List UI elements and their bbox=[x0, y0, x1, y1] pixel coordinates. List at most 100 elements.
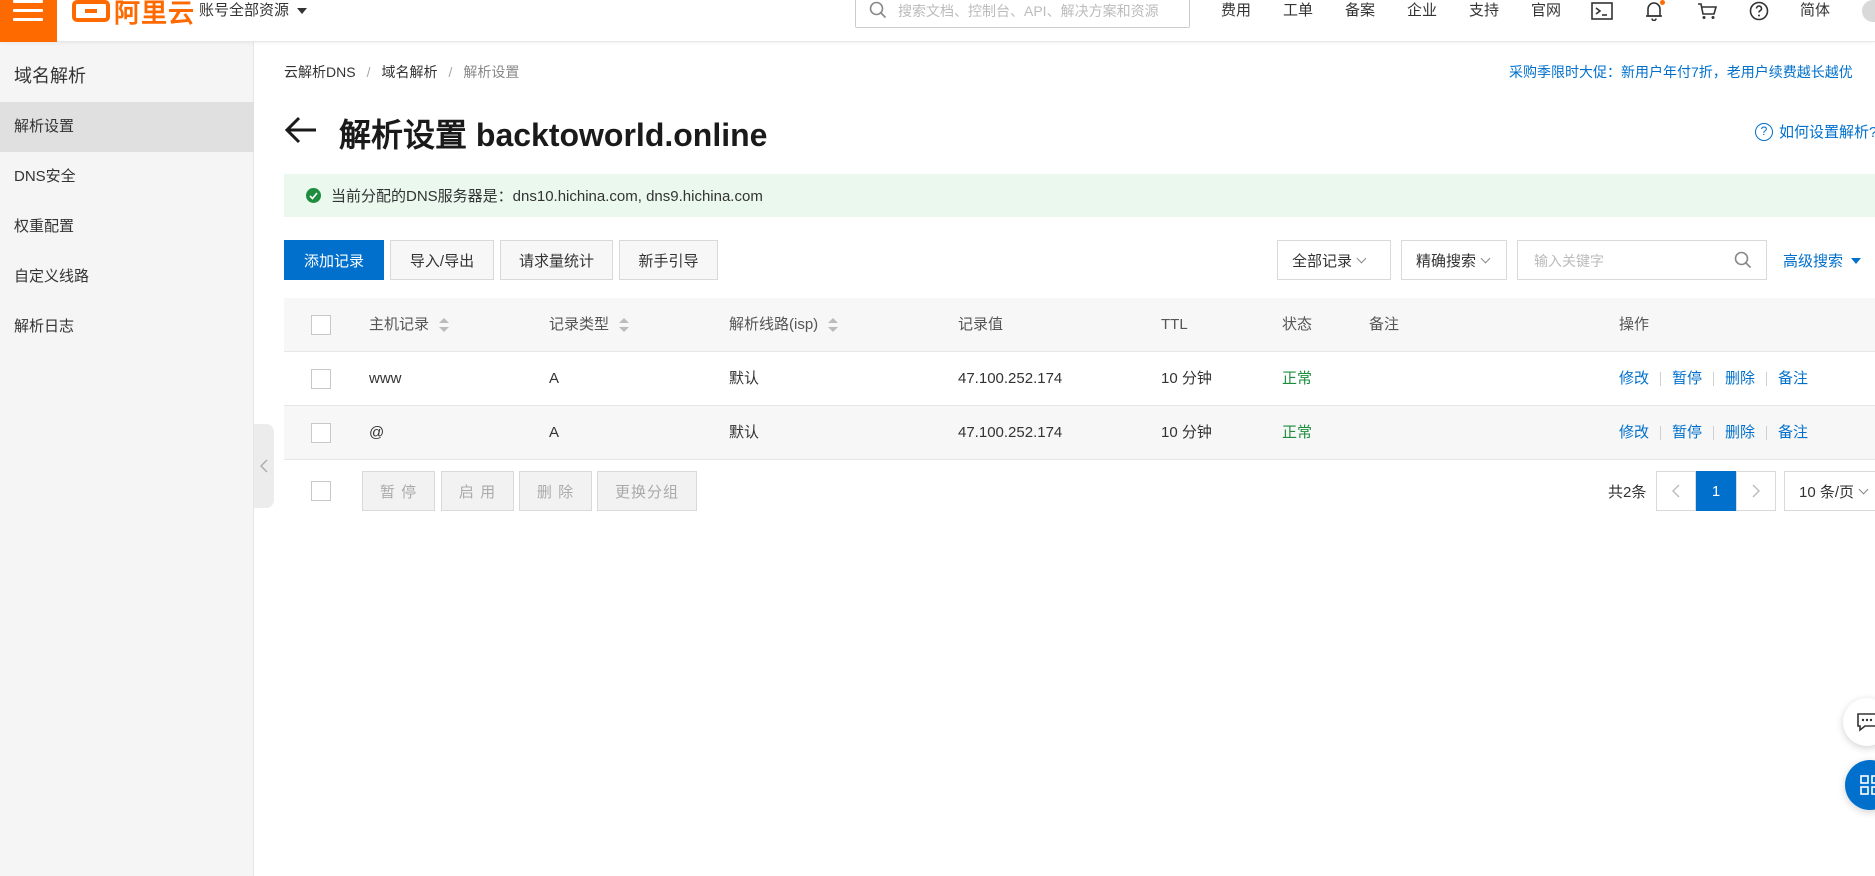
nav-billing[interactable]: 费用 bbox=[1221, 0, 1251, 22]
sidebar-item-weight-config[interactable]: 权重配置 bbox=[0, 202, 254, 252]
help-link[interactable]: ? 如何设置解析? bbox=[1755, 121, 1875, 142]
sidebar: 域名解析 解析设置 DNS安全 权重配置 自定义线路 解析日志 bbox=[0, 42, 254, 876]
bell-icon[interactable] bbox=[1641, 0, 1667, 22]
search-icon[interactable] bbox=[1734, 251, 1752, 269]
global-search-input[interactable] bbox=[896, 1, 1181, 21]
delete-link[interactable]: 删除 bbox=[1725, 424, 1755, 441]
beginner-guide-button[interactable]: 新手引导 bbox=[619, 240, 718, 280]
nav-tickets[interactable]: 工单 bbox=[1283, 0, 1313, 22]
pagination-total: 共2条 bbox=[1608, 484, 1647, 501]
chat-widget-button[interactable] bbox=[1843, 698, 1875, 746]
dns-server-notice: 当前分配的DNS服务器是：dns10.hichina.com, dns9.hic… bbox=[284, 174, 1875, 217]
breadcrumb-current: 解析设置 bbox=[463, 64, 520, 80]
apps-widget-button[interactable] bbox=[1845, 760, 1875, 810]
language-switch[interactable]: 简体 bbox=[1800, 0, 1830, 22]
remark-link[interactable]: 备注 bbox=[1778, 424, 1808, 441]
notification-dot bbox=[1660, 0, 1665, 5]
keyword-search-input[interactable] bbox=[1532, 251, 1722, 271]
nav-official-site[interactable]: 官网 bbox=[1531, 0, 1561, 22]
next-page-button[interactable] bbox=[1736, 471, 1776, 511]
advanced-search-toggle[interactable]: 高级搜索 bbox=[1783, 250, 1862, 271]
prev-page-button[interactable] bbox=[1656, 471, 1696, 511]
global-search[interactable] bbox=[855, 0, 1190, 28]
column-header-actions: 操作 bbox=[1619, 316, 1650, 333]
aliyun-logo[interactable]: 阿里云 bbox=[72, 0, 195, 28]
table-header: 主机记录 记录类型 解析线路(isp) 记录值 TTL 状态 备注 操作 bbox=[284, 298, 1875, 352]
chevron-right-icon bbox=[1752, 484, 1760, 498]
sidebar-collapse-toggle[interactable] bbox=[254, 424, 274, 508]
check-circle-icon bbox=[306, 188, 321, 203]
column-header-status: 状态 bbox=[1282, 316, 1313, 333]
bulk-pause-button[interactable]: 暂 停 bbox=[362, 471, 435, 511]
row-checkbox[interactable] bbox=[311, 369, 331, 389]
nav-icp-filing[interactable]: 备案 bbox=[1345, 0, 1375, 22]
nav-support[interactable]: 支持 bbox=[1469, 0, 1499, 22]
sort-icon[interactable] bbox=[439, 318, 450, 333]
column-header-type[interactable]: 记录类型 bbox=[549, 298, 630, 352]
record-filter-select[interactable]: 全部记录 bbox=[1277, 240, 1391, 280]
page-size-select[interactable]: 10 条/页 bbox=[1784, 471, 1875, 511]
cell-type: A bbox=[549, 424, 560, 441]
table-footer: 暂 停 启 用 删 除 更换分组 共2条 1 10 条/页 bbox=[284, 461, 1875, 521]
sort-icon[interactable] bbox=[619, 318, 630, 333]
search-mode-select[interactable]: 精确搜索 bbox=[1401, 240, 1507, 280]
breadcrumb-cloud-dns[interactable]: 云解析DNS bbox=[284, 64, 356, 80]
avatar[interactable] bbox=[1862, 0, 1875, 22]
menu-icon[interactable] bbox=[0, 0, 57, 42]
current-page-button[interactable]: 1 bbox=[1696, 471, 1736, 511]
chevron-left-icon bbox=[260, 459, 268, 473]
account-scope-label: 账号全部资源 bbox=[199, 2, 290, 19]
help-icon[interactable] bbox=[1746, 0, 1772, 22]
nav-enterprise[interactable]: 企业 bbox=[1407, 0, 1437, 22]
edit-link[interactable]: 修改 bbox=[1619, 424, 1649, 441]
question-circle-icon: ? bbox=[1755, 122, 1773, 141]
apps-grid-icon bbox=[1860, 775, 1875, 795]
top-navbar: 阿里云 账号全部资源 费用 工单 备案 企业 支持 官网 简体 bbox=[0, 0, 1875, 42]
cell-value: 47.100.252.174 bbox=[958, 370, 1063, 387]
sort-icon[interactable] bbox=[828, 318, 839, 333]
bulk-change-group-button[interactable]: 更换分组 bbox=[597, 471, 697, 511]
dns-records-table: 主机记录 记录类型 解析线路(isp) 记录值 TTL 状态 备注 操作 www… bbox=[284, 298, 1875, 460]
cell-ttl: 10 分钟 bbox=[1161, 424, 1212, 441]
footer-select-all-checkbox[interactable] bbox=[311, 481, 331, 501]
pause-link[interactable]: 暂停 bbox=[1672, 370, 1702, 387]
breadcrumb-domain-resolution[interactable]: 域名解析 bbox=[381, 64, 437, 80]
column-header-remark: 备注 bbox=[1369, 316, 1400, 333]
select-all-checkbox[interactable] bbox=[311, 315, 331, 335]
cell-line: 默认 bbox=[729, 370, 760, 387]
delete-link[interactable]: 删除 bbox=[1725, 370, 1755, 387]
sidebar-title: 域名解析 bbox=[14, 66, 86, 86]
chat-icon bbox=[1857, 713, 1875, 732]
sidebar-item-dns-settings[interactable]: 解析设置 bbox=[0, 102, 254, 152]
cell-line: 默认 bbox=[729, 424, 760, 441]
sidebar-item-dns-logs[interactable]: 解析日志 bbox=[0, 302, 254, 352]
column-header-ttl: TTL bbox=[1161, 316, 1188, 333]
advanced-search-label: 高级搜索 bbox=[1783, 253, 1844, 270]
bulk-delete-button[interactable]: 删 除 bbox=[519, 471, 592, 511]
remark-link[interactable]: 备注 bbox=[1778, 370, 1808, 387]
edit-link[interactable]: 修改 bbox=[1619, 370, 1649, 387]
column-header-host[interactable]: 主机记录 bbox=[369, 298, 450, 352]
cell-type: A bbox=[549, 370, 560, 387]
pause-link[interactable]: 暂停 bbox=[1672, 424, 1702, 441]
row-actions: 修改 暂停 删除 备注 bbox=[1619, 406, 1808, 460]
request-stats-button[interactable]: 请求量统计 bbox=[500, 240, 613, 280]
column-header-line[interactable]: 解析线路(isp) bbox=[729, 298, 839, 352]
terminal-icon[interactable] bbox=[1589, 0, 1615, 22]
sidebar-item-custom-lines[interactable]: 自定义线路 bbox=[0, 252, 254, 302]
import-export-button[interactable]: 导入/导出 bbox=[390, 240, 494, 280]
back-arrow-icon[interactable] bbox=[284, 115, 318, 145]
caret-down-icon bbox=[297, 8, 308, 15]
caret-down-icon bbox=[1851, 257, 1862, 264]
row-checkbox[interactable] bbox=[311, 423, 331, 443]
cart-icon[interactable] bbox=[1694, 0, 1720, 22]
promo-link[interactable]: 采购季限时大促：新用户年付7折，老用户续费越长越优 bbox=[1509, 62, 1853, 82]
keyword-search[interactable] bbox=[1517, 240, 1767, 280]
add-record-button[interactable]: 添加记录 bbox=[284, 240, 384, 280]
sidebar-item-dns-security[interactable]: DNS安全 bbox=[0, 152, 254, 202]
column-header-value: 记录值 bbox=[958, 316, 1004, 333]
account-scope-dropdown[interactable]: 账号全部资源 bbox=[199, 0, 308, 22]
bulk-enable-button[interactable]: 启 用 bbox=[441, 471, 514, 511]
chevron-left-icon bbox=[1672, 484, 1680, 498]
logo-mark-icon bbox=[72, 0, 110, 22]
